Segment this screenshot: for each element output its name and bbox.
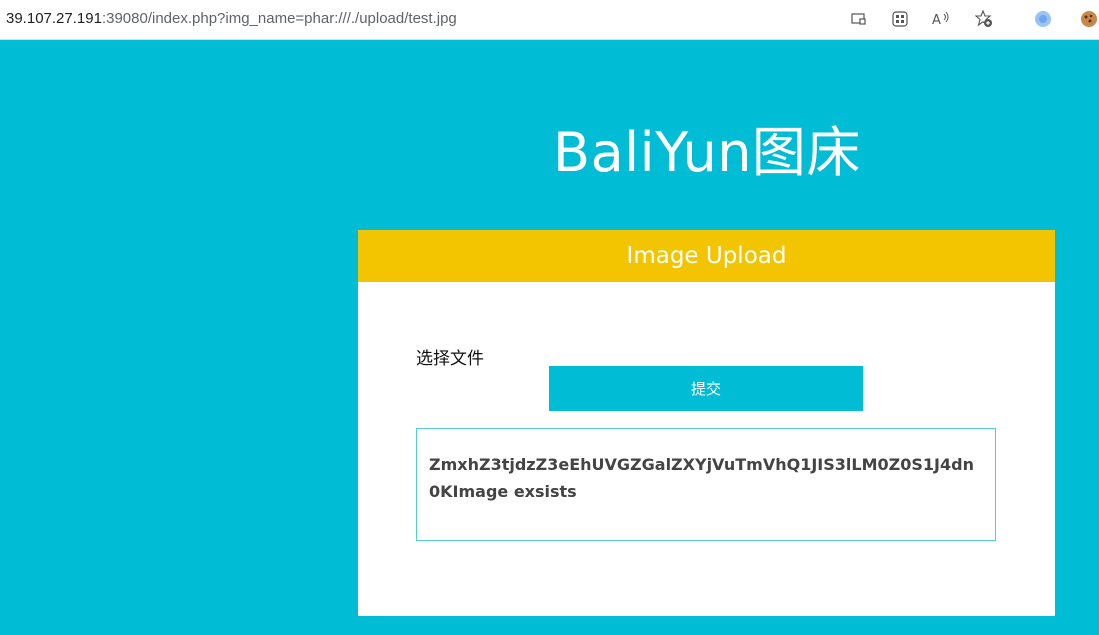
submit-button[interactable]: 提交 [549,366,863,411]
url-path: :39080/index.php?img_name=phar:///./uplo… [101,10,457,27]
favorite-add-icon[interactable] [973,9,995,29]
panel-header: Image Upload [358,230,1055,282]
url-field[interactable]: 39.107.27.191:39080/index.php?img_name=p… [6,10,457,27]
apps-icon[interactable] [889,9,911,29]
site-title: BaliYun图床 [553,121,861,184]
browser-address-bar: 39.107.27.191:39080/index.php?img_name=p… [0,0,1099,40]
svg-text:A: A [932,13,941,27]
read-aloud-icon[interactable]: A [930,9,952,29]
choose-file-button[interactable]: 选择文件 [416,344,484,369]
upload-panel: Image Upload 选择文件 提交 ZmxhZ3tjdzZ3eEhUVGZ… [358,230,1055,616]
extension-icon[interactable] [1078,9,1099,29]
profile-icon[interactable] [1032,9,1054,29]
url-host: 39.107.27.191 [6,10,102,27]
tab-icon[interactable] [848,9,870,29]
result-message: ZmxhZ3tjdzZ3eEhUVGZGalZXYjVuTmVhQ1JIS3lL… [416,428,996,541]
